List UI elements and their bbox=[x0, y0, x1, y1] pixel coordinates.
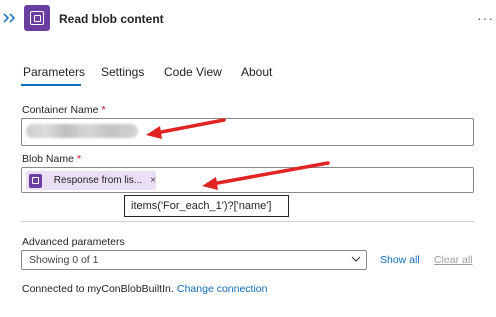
dynamic-content-token[interactable]: Response from lis... × bbox=[26, 171, 156, 190]
tab-settings[interactable]: Settings bbox=[101, 65, 144, 79]
advanced-parameters-label: Advanced parameters bbox=[22, 236, 125, 248]
blob-storage-icon bbox=[24, 5, 50, 31]
token-label: Response from lis... bbox=[53, 175, 143, 186]
divider bbox=[21, 221, 474, 222]
more-options-icon[interactable]: ··· bbox=[477, 10, 494, 26]
container-name-label: Container Name * bbox=[22, 104, 106, 116]
required-mark: * bbox=[101, 104, 106, 116]
redacted-container-value bbox=[26, 124, 138, 138]
tab-selected-indicator bbox=[21, 84, 81, 86]
action-title: Read blob content bbox=[59, 12, 164, 26]
annotation-arrow-icon bbox=[202, 161, 330, 190]
change-connection-link[interactable]: Change connection bbox=[177, 283, 268, 295]
chevron-down-icon[interactable] bbox=[351, 255, 361, 263]
annotation-arrow-icon bbox=[146, 118, 226, 139]
expand-panel-icon[interactable] bbox=[3, 12, 17, 24]
required-mark: * bbox=[76, 153, 82, 165]
remove-token-icon[interactable]: × bbox=[150, 175, 156, 186]
tab-code-view[interactable]: Code View bbox=[164, 65, 222, 79]
tab-about[interactable]: About bbox=[241, 65, 272, 79]
show-all-link[interactable]: Show all bbox=[380, 254, 420, 266]
token-tooltip: items('For_each_1')?['name'] bbox=[124, 195, 289, 217]
blob-name-label-text: Blob Name bbox=[22, 153, 74, 165]
advanced-parameters-value: Showing 0 of 1 bbox=[29, 254, 99, 266]
clear-all-link[interactable]: Clear all bbox=[434, 254, 473, 266]
blob-storage-icon bbox=[29, 173, 42, 188]
blob-name-label: Blob Name * bbox=[22, 153, 81, 165]
connection-status: Connected to myConBlobBuiltIn. bbox=[22, 283, 174, 295]
container-name-label-text: Container Name bbox=[22, 104, 99, 116]
tab-parameters[interactable]: Parameters bbox=[23, 65, 85, 79]
